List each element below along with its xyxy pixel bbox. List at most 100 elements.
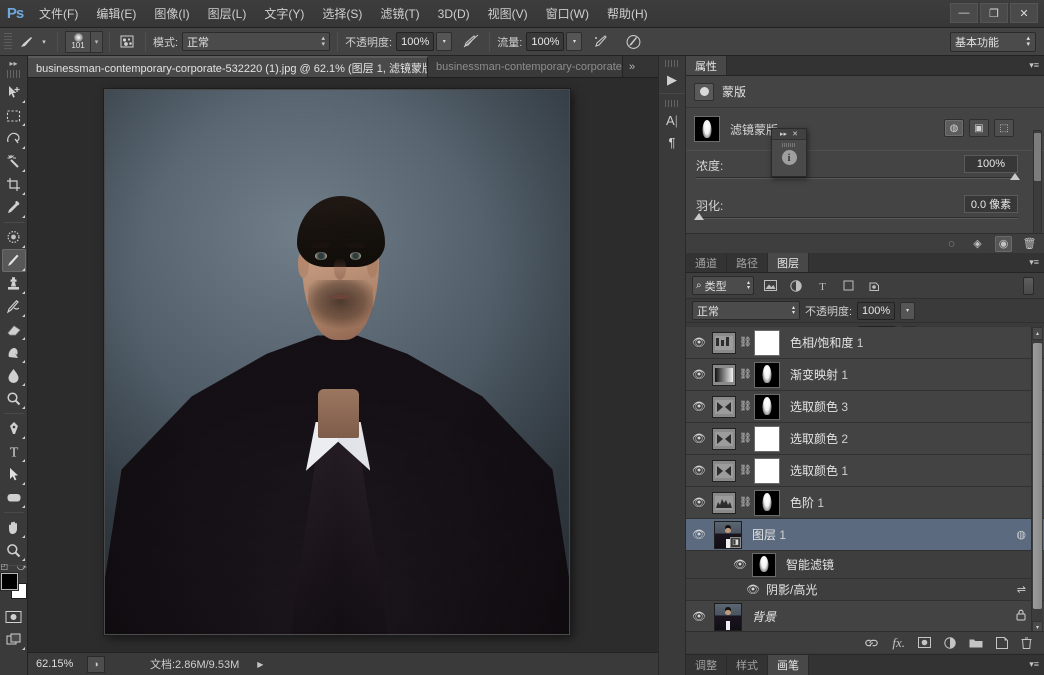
properties-scrollbar[interactable]	[1033, 130, 1042, 250]
color-swatches[interactable]: ◰ ⤻	[0, 562, 27, 599]
scroll-up-icon[interactable]: ▴	[1032, 327, 1043, 340]
table-row[interactable]: 👁 智能滤镜	[686, 551, 1044, 579]
table-row[interactable]: 👁 ⛓ 选取颜色 1	[686, 455, 1044, 487]
menu-select[interactable]: 选择(S)	[313, 0, 371, 28]
zoom-tool[interactable]	[2, 539, 26, 562]
menu-3d[interactable]: 3D(D)	[429, 0, 479, 28]
hand-tool[interactable]	[2, 516, 26, 539]
pixel-mask-icon[interactable]: ◍	[944, 119, 964, 137]
layer-mask-thumbnail[interactable]	[754, 489, 780, 516]
path-selection-tool[interactable]	[2, 463, 26, 486]
swap-colors-icon[interactable]: ⤻	[17, 562, 27, 573]
status-bar-icon[interactable]: ◑	[87, 655, 105, 673]
layer-blend-mode-select[interactable]: 正常 ▴ ▾	[692, 301, 800, 320]
opacity-chevron-down-icon[interactable]: ▾	[436, 32, 453, 51]
feather-slider-knob[interactable]	[694, 213, 704, 220]
mini-panel-close-icon[interactable]: ✕	[792, 130, 798, 138]
tab-adjustments[interactable]: 调整	[686, 655, 727, 675]
delete-layer-icon[interactable]	[1021, 637, 1032, 649]
opacity-input[interactable]: 100%	[396, 32, 435, 51]
table-row[interactable]: 👁 ⛓ 渐变映射 1	[686, 359, 1044, 391]
filter-shape-icon[interactable]	[838, 276, 858, 295]
quick-mask-toggle[interactable]	[2, 605, 26, 628]
filter-enable-toggle[interactable]	[1023, 276, 1034, 295]
load-selection-icon[interactable]: ◌	[943, 236, 960, 252]
brush-preview[interactable]: 101	[65, 30, 91, 53]
filter-smart-object-icon[interactable]	[864, 276, 884, 295]
layer-mask-thumbnail[interactable]	[754, 329, 780, 356]
toolbar-collapse-icon[interactable]: ▸▸	[0, 56, 28, 70]
link-icon[interactable]: ⛓	[739, 433, 752, 444]
brush-pressure-toggle-icon[interactable]	[622, 31, 644, 53]
menu-filter[interactable]: 滤镜(T)	[371, 0, 428, 28]
mini-panel-collapse-icon[interactable]: ▸▸	[780, 130, 787, 138]
mini-panel-grip[interactable]	[782, 143, 796, 147]
table-row[interactable]: 👁 阴影/高光 ⇌	[686, 579, 1044, 601]
layer-mask-thumbnail[interactable]	[754, 457, 780, 484]
layers-panel-menu-icon[interactable]: ▾≡	[1029, 257, 1039, 268]
menu-type[interactable]: 文字(Y)	[255, 0, 313, 28]
layer-visibility-toggle[interactable]: 👁	[686, 519, 712, 550]
new-adjustment-layer-icon[interactable]	[944, 636, 956, 649]
document-tab-2[interactable]: businessman-contemporary-corporate-5	[428, 56, 623, 77]
layer-thumbnail[interactable]	[712, 395, 736, 418]
tab-channels[interactable]: 通道	[686, 253, 727, 272]
layer-mask-thumbnail[interactable]	[754, 361, 780, 388]
smart-filter-indicator-icon[interactable]: ◍	[1016, 528, 1026, 541]
layer-thumbnail[interactable]	[712, 459, 736, 482]
link-icon[interactable]: ⛓	[739, 497, 752, 508]
tab-properties[interactable]: 属性	[686, 56, 727, 75]
brush-panel-toggle-icon[interactable]	[116, 31, 138, 53]
screen-mode-toggle[interactable]	[2, 628, 26, 651]
layer-visibility-toggle[interactable]: 👁	[686, 391, 712, 422]
magic-wand-tool[interactable]	[2, 150, 26, 173]
layer-visibility-toggle[interactable]: 👁	[686, 327, 712, 358]
link-icon[interactable]: ⛓	[739, 465, 752, 476]
layer-visibility-toggle[interactable]: 👁	[686, 487, 712, 518]
smart-filter-visibility-toggle[interactable]: 👁	[730, 551, 750, 578]
flow-chevron-down-icon[interactable]: ▾	[566, 32, 583, 51]
add-layer-mask-icon[interactable]	[918, 637, 931, 648]
layer-thumbnail[interactable]: ◨	[714, 520, 742, 549]
layer-thumbnail[interactable]	[712, 427, 736, 450]
clone-stamp-tool[interactable]	[2, 272, 26, 295]
table-row-selected[interactable]: 👁 ◨ 图层 1 ◍	[686, 519, 1044, 551]
type-tool[interactable]: T	[2, 440, 26, 463]
link-icon[interactable]: ⛓	[739, 401, 752, 412]
new-group-icon[interactable]	[969, 637, 983, 648]
add-pixel-mask-icon[interactable]: ▣	[969, 119, 989, 137]
layer-thumbnail[interactable]	[712, 491, 736, 514]
options-bar-grip[interactable]	[4, 32, 12, 51]
layer-thumbnail[interactable]	[712, 331, 736, 354]
reset-colors-icon[interactable]: ◰	[1, 562, 9, 571]
layer-visibility-toggle[interactable]: 👁	[686, 455, 712, 486]
link-layers-icon[interactable]	[864, 638, 879, 648]
character-panel-icon[interactable]: A |	[660, 109, 684, 131]
new-layer-icon[interactable]	[996, 636, 1008, 649]
menu-edit[interactable]: 编辑(E)	[87, 0, 145, 28]
filter-adjustment-icon[interactable]	[786, 276, 806, 295]
workspace-select[interactable]: 基本功能 ▴ ▾	[950, 32, 1036, 52]
document-window[interactable]	[104, 89, 570, 635]
link-icon[interactable]: ⛓	[739, 369, 752, 380]
opacity-pressure-toggle-icon[interactable]	[460, 31, 482, 53]
link-icon[interactable]: ⛓	[739, 337, 752, 348]
filter-visibility-toggle[interactable]: 👁	[744, 579, 762, 600]
brush-tool[interactable]	[1, 249, 26, 272]
density-value[interactable]: 100%	[964, 155, 1018, 173]
eraser-tool[interactable]	[2, 318, 26, 341]
menu-window[interactable]: 窗口(W)	[537, 0, 598, 28]
filter-type-icon[interactable]: T	[812, 276, 832, 295]
menu-image[interactable]: 图像(I)	[145, 0, 198, 28]
feather-value[interactable]: 0.0 像素	[964, 195, 1018, 213]
layer-opacity-chevron-down-icon[interactable]: ▾	[900, 301, 916, 320]
bottom-panel-menu-icon[interactable]: ▾≡	[1029, 659, 1039, 670]
pen-tool[interactable]	[2, 417, 26, 440]
layer-mask-thumbnail[interactable]	[754, 393, 780, 420]
airbrush-toggle-icon[interactable]	[590, 31, 612, 53]
layer-list[interactable]: 👁 ⛓ 色相/饱和度 1 👁 ⛓ 渐变映射 1 👁 ⛓ 选取颜色 3 👁 ⛓ 选…	[686, 327, 1044, 634]
add-vector-mask-icon[interactable]: ⬚	[994, 119, 1014, 137]
floating-mini-panel[interactable]: ▸▸ ✕ i	[771, 128, 807, 177]
table-row[interactable]: 👁 ⛓ 色相/饱和度 1	[686, 327, 1044, 359]
blur-tool[interactable]	[2, 364, 26, 387]
